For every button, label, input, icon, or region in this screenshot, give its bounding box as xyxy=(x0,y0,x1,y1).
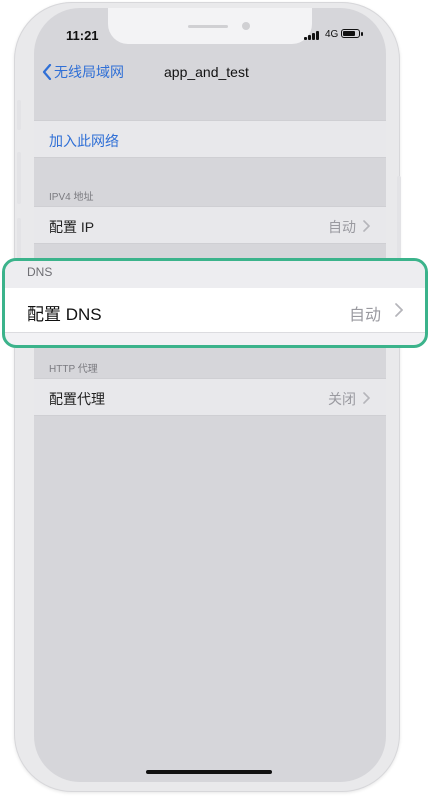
ipv4-section-header: IPV4 地址 xyxy=(49,192,94,203)
configure-proxy-row[interactable]: 配置代理 关闭 xyxy=(34,378,386,416)
configure-dns-label: 配置 DNS xyxy=(27,305,102,324)
navigation-bar: 无线局域网 app_and_test xyxy=(34,56,386,90)
back-button[interactable]: 无线局域网 xyxy=(42,62,124,82)
configure-dns-value: 自动 xyxy=(348,307,381,324)
signal-icon xyxy=(304,30,320,40)
network-type: 4G xyxy=(325,29,339,40)
dns-section-header: DNS xyxy=(5,261,425,288)
chevron-left-icon xyxy=(42,64,52,80)
chevron-right-icon xyxy=(363,220,370,232)
dns-section-header-text: DNS xyxy=(27,265,53,279)
configure-ip-value: 自动 xyxy=(328,219,356,235)
speaker xyxy=(188,25,228,28)
http-proxy-section-header: HTTP 代理 xyxy=(49,364,98,375)
status-bar: 11:21 4G xyxy=(34,8,386,54)
configure-proxy-value: 关闭 xyxy=(328,391,356,407)
chevron-right-icon xyxy=(395,303,403,317)
configure-dns-row[interactable]: 配置 DNS 自动 xyxy=(5,288,425,333)
chevron-right-icon xyxy=(363,392,370,404)
configure-proxy-label: 配置代理 xyxy=(49,391,105,407)
join-network-label: 加入此网络 xyxy=(49,133,119,149)
dns-highlight-callout: DNS 配置 DNS 自动 xyxy=(2,258,428,348)
join-network-row[interactable]: 加入此网络 xyxy=(34,120,386,158)
battery-icon xyxy=(341,29,360,38)
phone-power-button xyxy=(397,176,401,262)
phone-screen: 11:21 4G 无线局域网 app_and_test 加入此网络 IPV4 地… xyxy=(34,8,386,782)
page-title: app_and_test xyxy=(164,64,249,80)
phone-side-button xyxy=(17,100,21,130)
phone-volume-up-button xyxy=(17,152,21,204)
back-button-label: 无线局域网 xyxy=(54,64,124,80)
home-indicator xyxy=(146,770,272,774)
notch xyxy=(108,8,312,44)
front-camera xyxy=(242,22,250,30)
status-time: 11:21 xyxy=(66,28,99,43)
battery-tip xyxy=(361,32,363,36)
configure-ip-label: 配置 IP xyxy=(49,219,95,235)
configure-ip-row[interactable]: 配置 IP 自动 xyxy=(34,206,386,244)
